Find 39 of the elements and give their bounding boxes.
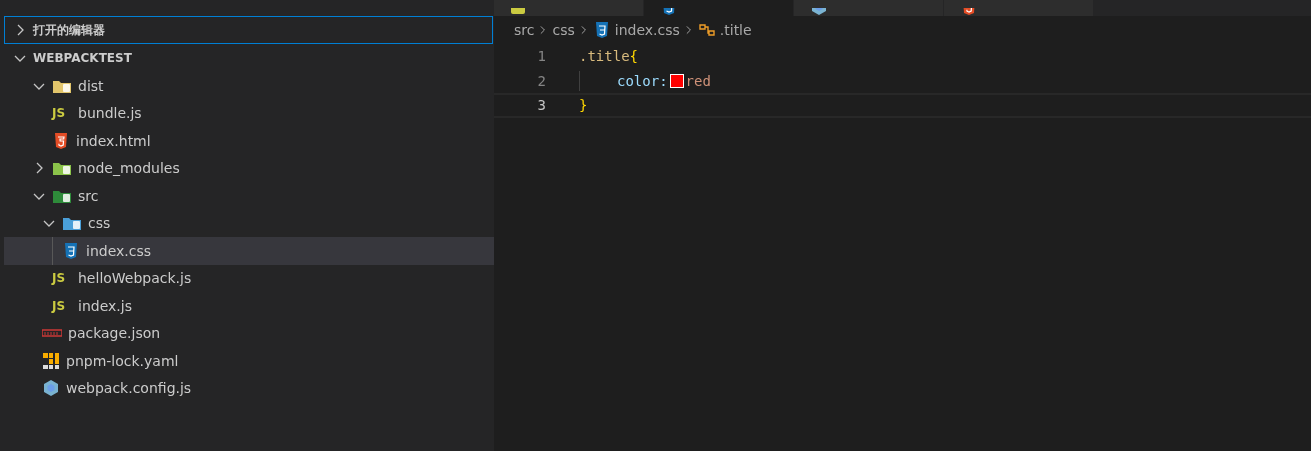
tree-item[interactable]: css xyxy=(4,209,494,237)
code-token: red xyxy=(685,72,711,89)
breadcrumb-item[interactable]: src xyxy=(514,22,535,38)
tree-item[interactable]: node_modules xyxy=(4,154,494,182)
hexagon-icon xyxy=(42,379,60,398)
line-number: 3 xyxy=(536,97,546,114)
tree-item[interactable]: index.html xyxy=(4,127,494,155)
breadcrumb-item[interactable]: css xyxy=(552,22,575,38)
js-file-icon: JS xyxy=(52,298,72,313)
css3-file-icon xyxy=(62,241,80,260)
editor-tab[interactable] xyxy=(644,0,794,16)
breadcrumb-item[interactable]: index.css xyxy=(614,22,680,38)
tree-item[interactable]: index.css xyxy=(4,237,494,265)
code-token: .title xyxy=(579,48,630,65)
tree-item[interactable]: webpack.config.js xyxy=(4,374,494,402)
editor-tab[interactable] xyxy=(794,0,944,16)
editor-tab[interactable] xyxy=(944,0,1094,16)
js-file-icon: JS xyxy=(52,106,72,121)
html5-file-icon xyxy=(52,131,70,150)
code-token: color: xyxy=(617,72,668,89)
code-token: } xyxy=(579,97,588,114)
tree-item[interactable]: JS bundle.js xyxy=(4,99,494,127)
pnpm-icon xyxy=(42,351,60,370)
line-number: 2 xyxy=(536,72,546,89)
open-editors-header[interactable]: 打开的编辑器 xyxy=(4,16,493,44)
editor-tab[interactable] xyxy=(494,0,644,16)
tree-item[interactable]: JS helloWebpack.js xyxy=(4,264,494,292)
tree-item[interactable]: JS index.js xyxy=(4,292,494,320)
code-token: { xyxy=(629,48,638,65)
breadcrumb-item[interactable]: .title xyxy=(719,22,752,38)
project-header[interactable]: WEBPACKTEST xyxy=(4,44,493,72)
tree-item[interactable]: pnpm-lock.yaml xyxy=(4,347,494,375)
line-number: 1 xyxy=(536,48,546,65)
js-file-icon: JS xyxy=(52,271,72,286)
symbol-class-icon xyxy=(697,22,716,38)
tree-item[interactable]: package.json xyxy=(4,319,494,347)
tree-item[interactable]: dist xyxy=(4,72,494,100)
tree-item[interactable]: src xyxy=(4,182,494,210)
color-swatch[interactable] xyxy=(669,73,684,88)
